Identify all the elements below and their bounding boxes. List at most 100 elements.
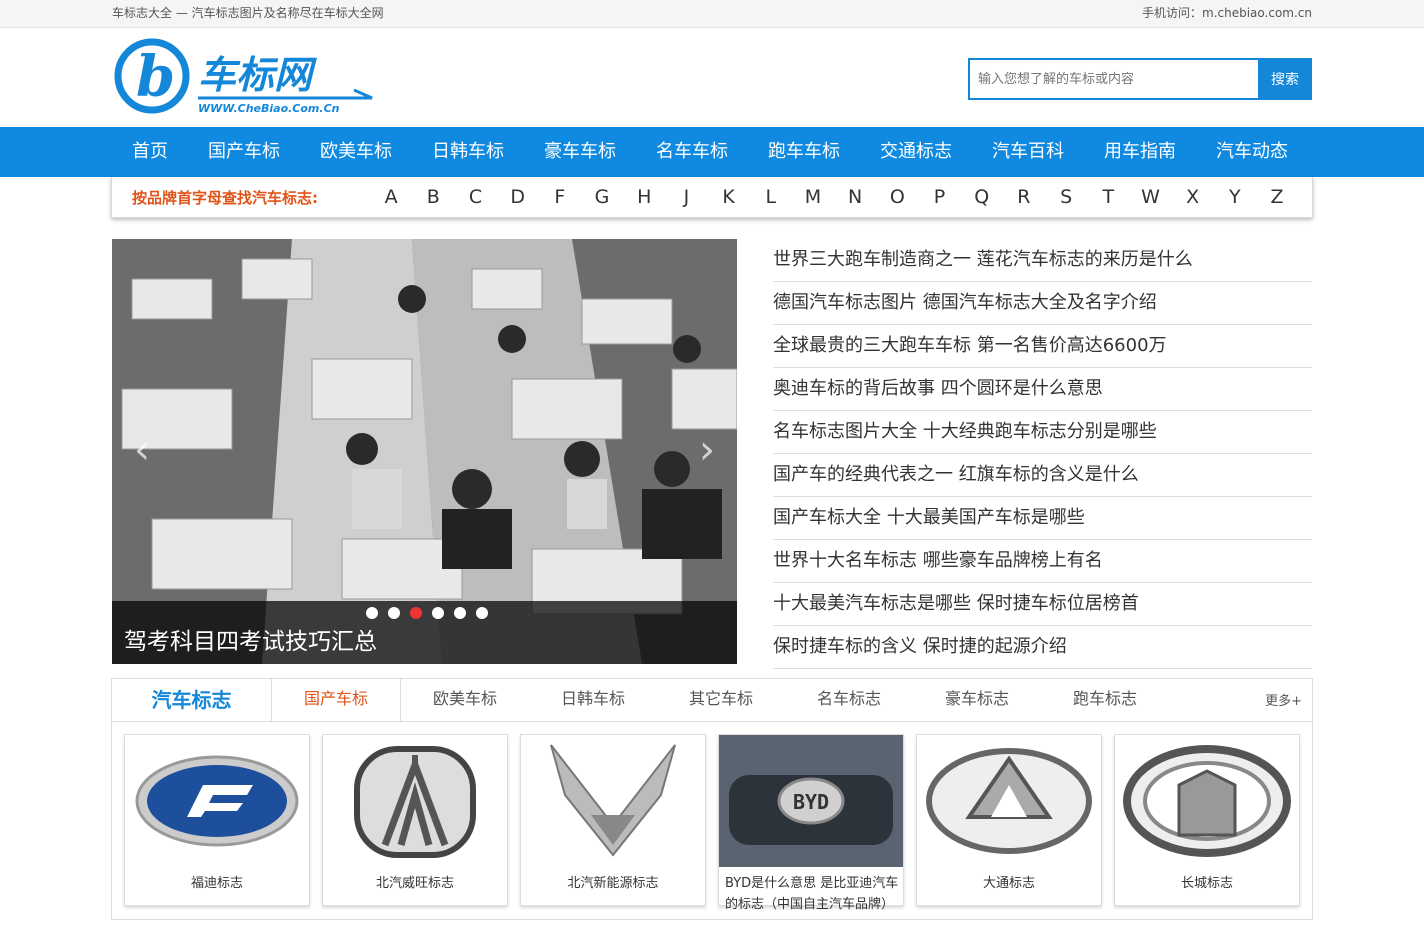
news-item[interactable]: 国产车的经典代表之一 红旗车标的含义是什么 — [773, 454, 1312, 497]
prev-arrow-icon[interactable]: ‹ — [134, 427, 150, 473]
letter-W[interactable]: W — [1129, 186, 1171, 208]
letter-J[interactable]: J — [665, 186, 707, 208]
brand-card-title[interactable]: 福迪标志 — [125, 867, 309, 894]
brand-logo-image[interactable] — [323, 735, 507, 867]
news-item[interactable]: 全球最贵的三大跑车车标 第一名售价高达6600万 — [773, 325, 1312, 368]
tab-4[interactable]: 名车标志 — [785, 679, 913, 721]
brand-logo-image[interactable] — [917, 735, 1101, 867]
svg-text:BYD: BYD — [793, 790, 829, 814]
brand-card[interactable]: 大通标志 — [916, 734, 1102, 906]
brand-logo-image[interactable] — [521, 735, 705, 867]
tab-2[interactable]: 日韩车标 — [529, 679, 657, 721]
letter-H[interactable]: H — [623, 186, 665, 208]
brand-logo-image[interactable] — [125, 735, 309, 867]
letter-G[interactable]: G — [581, 186, 623, 208]
tab-5[interactable]: 豪车标志 — [913, 679, 1041, 721]
brand-card-title[interactable]: BYD是什么意思 是比亚迪汽车的标志（中国自主汽车品牌） — [719, 867, 903, 915]
letter-R[interactable]: R — [1003, 186, 1045, 208]
brand-section-title: 汽车标志 — [112, 679, 272, 721]
nav-item-5[interactable]: 名车车标 — [636, 127, 748, 177]
news-item[interactable]: 世界三大跑车制造商之一 莲花汽车标志的来历是什么 — [773, 239, 1312, 282]
header: b 车标网 WWW.CheBiao.Com.Cn 搜索 — [0, 28, 1424, 127]
letter-M[interactable]: M — [792, 186, 834, 208]
nav-item-1[interactable]: 国产车标 — [188, 127, 300, 177]
letter-C[interactable]: C — [454, 186, 496, 208]
letter-T[interactable]: T — [1087, 186, 1129, 208]
letter-D[interactable]: D — [497, 186, 539, 208]
brand-card-title[interactable]: 北汽新能源标志 — [521, 867, 705, 894]
letter-index-label: 按品牌首字母查找汽车标志: — [132, 188, 318, 207]
nav-item-0[interactable]: 首页 — [112, 127, 188, 177]
letter-X[interactable]: X — [1172, 186, 1214, 208]
news-item[interactable]: 世界十大名车标志 哪些豪车品牌榜上有名 — [773, 540, 1312, 583]
brand-card[interactable]: 长城标志 — [1114, 734, 1300, 906]
top-bar: 车标志大全 — 汽车标志图片及名称尽在车标大全网 手机访问：m.chebiao.… — [0, 0, 1424, 28]
news-item[interactable]: 德国汽车标志图片 德国汽车标志大全及名字介绍 — [773, 282, 1312, 325]
letter-P[interactable]: P — [918, 186, 960, 208]
main-nav: 首页 国产车标 欧美车标 日韩车标 豪车车标 名车车标 跑车车标 交通标志 汽车百科 用车指南 汽车… — [0, 127, 1424, 177]
letter-index: 按品牌首字母查找汽车标志: ABCDFGHJKLMNOPQRSTWXYZ — [111, 177, 1313, 218]
letter-Q[interactable]: Q — [961, 186, 1003, 208]
brand-card[interactable]: 北汽新能源标志 — [520, 734, 706, 906]
image-slider[interactable]: ‹ › 驾考科目四考试技巧汇总 — [112, 239, 737, 664]
news-item[interactable]: 十大最美汽车标志是哪些 保时捷车标位居榜首 — [773, 583, 1312, 626]
letter-Y[interactable]: Y — [1214, 186, 1256, 208]
svg-text:WWW.CheBiao.Com.Cn: WWW.CheBiao.Com.Cn — [198, 102, 340, 115]
letter-Z[interactable]: Z — [1256, 186, 1298, 208]
slider-dot[interactable] — [366, 607, 378, 619]
news-item[interactable]: 国产车标大全 十大最美国产车标是哪些 — [773, 497, 1312, 540]
brand-logo-image[interactable]: BYD — [719, 735, 903, 867]
letter-F[interactable]: F — [539, 186, 581, 208]
brand-logos-section: 汽车标志 国产车标 欧美车标 日韩车标 其它车标 名车标志 豪车标志 跑车标志 更多+ 福迪标… — [111, 678, 1313, 920]
nav-item-2[interactable]: 欧美车标 — [300, 127, 412, 177]
letter-B[interactable]: B — [412, 186, 454, 208]
letter-S[interactable]: S — [1045, 186, 1087, 208]
nav-item-9[interactable]: 用车指南 — [1084, 127, 1196, 177]
svg-text:b: b — [136, 44, 175, 110]
tab-1[interactable]: 欧美车标 — [401, 679, 529, 721]
nav-item-7[interactable]: 交通标志 — [860, 127, 972, 177]
tab-3[interactable]: 其它车标 — [657, 679, 785, 721]
letter-O[interactable]: O — [876, 186, 918, 208]
featured-section: ‹ › 驾考科目四考试技巧汇总 世界三大跑车制造商之一 莲花汽车标志的来历是什么… — [112, 218, 1312, 678]
more-link[interactable]: 更多+ — [1265, 690, 1302, 709]
nav-item-3[interactable]: 日韩车标 — [412, 127, 524, 177]
next-arrow-icon[interactable]: › — [699, 427, 715, 473]
search-button[interactable]: 搜索 — [1258, 58, 1312, 100]
slider-dot[interactable] — [432, 607, 444, 619]
site-tagline: 车标志大全 — 汽车标志图片及名称尽在车标大全网 — [112, 6, 384, 20]
search-box: 搜索 — [968, 58, 1312, 100]
letter-N[interactable]: N — [834, 186, 876, 208]
brand-card-title[interactable]: 北汽威旺标志 — [323, 867, 507, 894]
brand-card[interactable]: 福迪标志 — [124, 734, 310, 906]
mobile-link[interactable]: 手机访问：m.chebiao.com.cn — [1142, 0, 1312, 27]
nav-item-10[interactable]: 汽车动态 — [1196, 127, 1308, 177]
slider-dots — [366, 607, 498, 619]
news-list: 世界三大跑车制造商之一 莲花汽车标志的来历是什么 德国汽车标志图片 德国汽车标志大… — [773, 239, 1312, 669]
slider-caption[interactable]: 驾考科目四考试技巧汇总 — [124, 622, 377, 656]
tab-6[interactable]: 跑车标志 — [1041, 679, 1169, 721]
news-item[interactable]: 名车标志图片大全 十大经典跑车标志分别是哪些 — [773, 411, 1312, 454]
news-item[interactable]: 奥迪车标的背后故事 四个圆环是什么意思 — [773, 368, 1312, 411]
brand-tabs: 汽车标志 国产车标 欧美车标 日韩车标 其它车标 名车标志 豪车标志 跑车标志 更多+ — [112, 679, 1312, 722]
site-logo[interactable]: b 车标网 WWW.CheBiao.Com.Cn — [114, 38, 376, 118]
search-input[interactable] — [968, 58, 1258, 100]
svg-text:车标网: 车标网 — [198, 53, 317, 97]
slider-dot[interactable] — [410, 607, 422, 619]
nav-item-6[interactable]: 跑车车标 — [748, 127, 860, 177]
slider-dot[interactable] — [388, 607, 400, 619]
slider-dot[interactable] — [454, 607, 466, 619]
letter-A[interactable]: A — [370, 186, 412, 208]
tab-0[interactable]: 国产车标 — [272, 679, 401, 721]
letter-L[interactable]: L — [750, 186, 792, 208]
nav-item-4[interactable]: 豪车车标 — [524, 127, 636, 177]
nav-item-8[interactable]: 汽车百科 — [972, 127, 1084, 177]
news-item[interactable]: 保时捷车标的含义 保时捷的起源介绍 — [773, 626, 1312, 669]
brand-card-title[interactable]: 长城标志 — [1115, 867, 1299, 894]
brand-logo-image[interactable] — [1115, 735, 1299, 867]
brand-card[interactable]: 北汽威旺标志 — [322, 734, 508, 906]
letter-K[interactable]: K — [708, 186, 750, 208]
brand-card[interactable]: BYD BYD是什么意思 是比亚迪汽车的标志（中国自主汽车品牌） — [718, 734, 904, 912]
slider-dot[interactable] — [476, 607, 488, 619]
brand-card-title[interactable]: 大通标志 — [917, 867, 1101, 894]
